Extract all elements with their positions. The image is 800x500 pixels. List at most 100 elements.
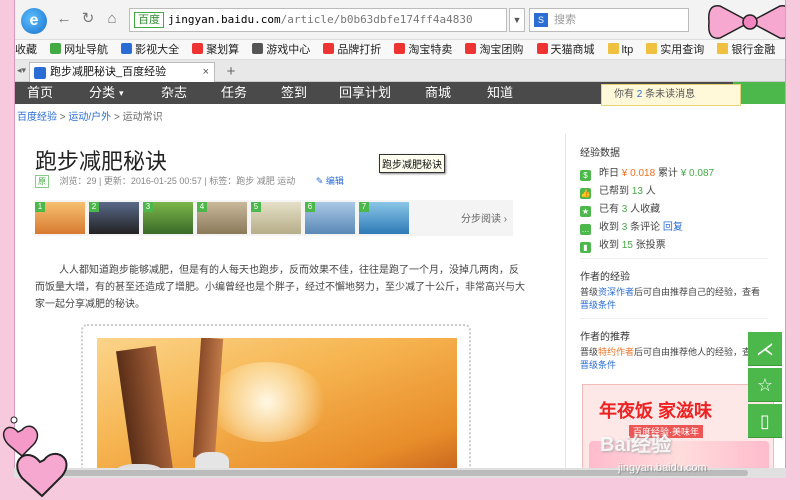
baidu-favicon-icon	[34, 67, 46, 79]
chevron-right-icon: ›	[503, 214, 508, 225]
film-icon	[121, 43, 133, 54]
right-sidebar: 经验数据 $ 昨日 ¥ 0.018 累计 ¥ 0.087 👍 已帮到 13 人 ★ 已…	[565, 134, 777, 478]
unread-notification[interactable]: 你有 2 条未读消息	[601, 84, 741, 106]
pink-hearts-decoration-icon	[2, 416, 68, 498]
share-icon[interactable]: ⋌	[748, 332, 782, 366]
breadcrumb: 百度经验 > 运动/户外 > 运动常识	[17, 112, 163, 123]
bookmark-icon[interactable]: ▯	[748, 404, 782, 438]
bookmark-folder[interactable]: 实用查询	[646, 40, 704, 59]
step-thumbnail[interactable]: 3	[143, 202, 193, 234]
promotion-conditions-link[interactable]: 晋级条件	[580, 300, 616, 310]
taobao-icon	[465, 43, 477, 54]
bookmark-folder[interactable]: 银行金融	[717, 40, 775, 59]
bookmarks-bar: 收藏 网址导航 影视大全 聚划算 游戏中心 品牌打折 淘宝特卖 淘宝团购 天猫商…	[15, 40, 785, 60]
article-meta: 原 浏览：29 | 更新：2016-01-25 00:57 | 标签：跑步 减肥…	[35, 174, 344, 188]
bookmark-item[interactable]: 天猫商城	[536, 40, 595, 59]
new-tab-button[interactable]: +	[221, 63, 241, 81]
nav-item-checkin[interactable]: 签到	[281, 82, 307, 104]
author-recommend-title: 作者的推荐	[580, 332, 630, 343]
tab-menu-icon[interactable]: ◂▾	[17, 65, 26, 76]
refresh-icon[interactable]: ↻	[79, 10, 97, 28]
bookmark-item[interactable]: 游戏中心	[252, 40, 310, 59]
unread-count: 2	[636, 89, 643, 100]
comment-icon: …	[580, 224, 591, 235]
step-thumbnail[interactable]: 1	[35, 202, 85, 234]
nav-item-home[interactable]: 首页	[27, 82, 53, 104]
step-thumbnail[interactable]: 5	[251, 202, 301, 234]
pink-bow-decoration-icon	[707, 5, 785, 39]
stat-comments: … 收到 3 条评论 回复	[580, 222, 683, 235]
step-thumbnail[interactable]: 7	[359, 202, 409, 234]
update-time: 更新：2016-01-25 00:57	[103, 176, 202, 186]
intro-paragraph: 人人都知道跑步能够减肥，但是有的人每天也跑步，反而效果不佳，往往是跑了一个月，没…	[35, 265, 525, 310]
view-count: 浏览：29	[59, 176, 97, 186]
thumb-icon: 👍	[580, 188, 591, 199]
tags: 标签：跑步 减肥 运动	[209, 176, 296, 186]
search-placeholder: 搜索	[554, 14, 576, 26]
breadcrumb-current: 运动常识	[122, 112, 163, 123]
nav-item-share-plan[interactable]: 回享计划	[339, 82, 391, 104]
bookmark-item[interactable]: 聚划算	[192, 40, 239, 59]
author-experience-text: 普级资深作者后可自由推荐自己的经验，查看 晋级条件	[580, 287, 761, 310]
bookmark-item[interactable]: 淘宝团购	[465, 40, 523, 59]
promotion-conditions-link[interactable]: 晋级条件	[580, 360, 616, 370]
folder-icon	[646, 43, 658, 54]
browser-tab-active[interactable]: 跑步减肥秘诀_百度经验 ×	[29, 62, 215, 82]
coin-icon: $	[580, 170, 591, 181]
globe-icon	[50, 43, 62, 54]
breadcrumb-link[interactable]: 运动/户外	[68, 112, 111, 123]
step-thumbnail[interactable]: 4	[197, 202, 247, 234]
running-photo	[97, 338, 457, 478]
senior-author-link[interactable]: 资深作者	[598, 287, 634, 297]
step-thumbnails: 1 2 3 4 5 6 7 分步阅读 ›	[35, 200, 513, 236]
step-thumbnail[interactable]: 2	[89, 202, 139, 234]
breadcrumb-link[interactable]: 百度经验	[17, 112, 57, 123]
safe-badge: 百度	[134, 12, 164, 28]
favorite-star-icon[interactable]: ☆	[748, 368, 782, 402]
stat-earnings: $ 昨日 ¥ 0.018 累计 ¥ 0.087	[580, 164, 714, 181]
step-thumbnail[interactable]: 6	[305, 202, 355, 234]
nav-item-category[interactable]: 分类	[89, 82, 115, 104]
search-input[interactable]: S 搜索	[529, 8, 689, 32]
home-icon[interactable]: ⌂	[103, 10, 121, 28]
reply-link[interactable]: 回复	[663, 222, 683, 233]
bookmark-item[interactable]: 网址导航	[50, 40, 108, 59]
nav-item-tasks[interactable]: 任务	[221, 82, 247, 104]
tab-title: 跑步减肥秘诀_百度经验	[50, 66, 167, 78]
page-title: 跑步减肥秘诀	[35, 149, 168, 174]
stat-helped: 👍 已帮到 13 人	[580, 186, 656, 199]
back-icon[interactable]: ←	[55, 10, 73, 28]
url-path: /article/b0b63dbfe174ff4a4830	[280, 13, 473, 26]
nav-item-magazine[interactable]: 杂志	[161, 82, 187, 104]
bookmark-item[interactable]: 收藏	[15, 40, 37, 59]
nav-item-mall[interactable]: 商城	[425, 82, 451, 104]
url-host: jingyan.baidu.com	[168, 13, 281, 26]
taobao-icon	[192, 43, 204, 54]
tmall-icon	[536, 43, 548, 54]
browser-logo-icon[interactable]: e	[21, 8, 47, 34]
url-dropdown-icon[interactable]: ▼	[509, 8, 525, 32]
bookmark-item[interactable]: 品牌打折	[323, 40, 381, 59]
bookmark-item[interactable]: 影视大全	[121, 40, 179, 59]
stat-votes: ▮ 收到 15 张投票	[580, 236, 666, 253]
special-author-link[interactable]: 特约作者	[598, 347, 634, 357]
vote-icon: ▮	[580, 242, 591, 253]
close-tab-icon[interactable]: ×	[203, 63, 209, 82]
baidu-watermark-url: jingyan.baidu.com	[618, 462, 707, 474]
chevron-down-icon: ▾	[119, 88, 124, 98]
browser-window: e ← ↻ ⌂ 百度 jingyan.baidu.com/article/b0b6…	[14, 0, 786, 478]
address-input[interactable]: 百度 jingyan.baidu.com/article/b0b63dbfe174…	[129, 8, 507, 32]
author-recommend-text: 晋级特约作者后可自由推荐他人的经验，查看 晋级条件	[580, 347, 761, 370]
original-badge: 原	[35, 175, 49, 188]
article-main: 跑步减肥秘诀 跑步减肥秘诀 原 浏览：29 | 更新：2016-01-25 00…	[15, 128, 545, 478]
step-read-link[interactable]: 分步阅读 ›	[461, 210, 507, 225]
photo-frame	[81, 324, 471, 478]
taobao-icon	[394, 43, 406, 54]
edit-link[interactable]: ✎ 编辑	[316, 176, 344, 186]
nav-item-zhidao[interactable]: 知道	[487, 82, 513, 104]
search-engine-icon[interactable]: S	[534, 13, 548, 27]
bookmark-folder[interactable]: ltp	[607, 40, 633, 59]
bookmark-item[interactable]: 淘宝特卖	[394, 40, 452, 59]
author-experience-title: 作者的经验	[580, 272, 630, 283]
address-toolbar: e ← ↻ ⌂ 百度 jingyan.baidu.com/article/b0b6…	[15, 0, 785, 40]
